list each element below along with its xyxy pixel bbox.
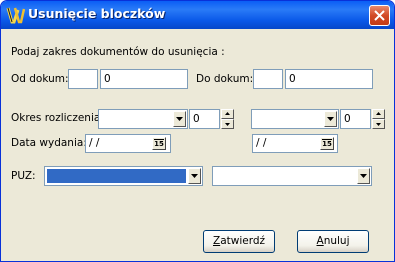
period-left-spinner[interactable]: [221, 109, 234, 129]
issue-date-label: Data wydania:: [11, 137, 87, 149]
close-button[interactable]: [369, 5, 390, 26]
app-logo-icon: [6, 7, 25, 24]
period-right-spinner[interactable]: [372, 109, 385, 129]
cancel-button[interactable]: Anuluj: [297, 230, 369, 253]
spin-up-button[interactable]: [221, 109, 234, 119]
spin-down-button[interactable]: [221, 119, 234, 129]
to-document-label: Do dokum:: [196, 73, 254, 85]
spin-down-button[interactable]: [372, 119, 385, 129]
cancel-accelerator: A: [316, 235, 324, 247]
title-bar[interactable]: Usunięcie bloczków: [1, 1, 394, 29]
spin-up-button[interactable]: [372, 109, 385, 119]
puz-right-combo[interactable]: [212, 166, 372, 186]
puz-label: PUZ:: [11, 170, 36, 182]
period-left-combo[interactable]: [98, 109, 188, 129]
cancel-label: nuluj: [323, 235, 350, 247]
period-right-combo[interactable]: [251, 109, 339, 129]
chevron-down-icon: [360, 174, 367, 178]
from-document-number-field[interactable]: 0: [100, 69, 188, 89]
period-label: Okres rozliczenia:: [11, 112, 104, 124]
chevron-down-icon: [327, 117, 334, 121]
calendar-right-button[interactable]: 15: [320, 137, 334, 150]
close-icon: [374, 10, 385, 21]
period-left-spin-field[interactable]: 0: [189, 109, 220, 129]
period-right-dropdown-button[interactable]: [324, 111, 337, 127]
dialog-window: Usunięcie bloczków Podaj zakres dokument…: [0, 0, 395, 262]
confirm-button[interactable]: Zatwierdź: [203, 230, 275, 253]
chevron-down-icon: [191, 174, 198, 178]
arrow-up-icon: [225, 112, 230, 115]
arrow-down-icon: [225, 123, 230, 126]
calendar-icon: 15: [154, 139, 164, 148]
period-left-dropdown-button[interactable]: [173, 111, 186, 127]
puz-left-selection: [47, 169, 186, 183]
arrow-down-icon: [376, 123, 381, 126]
instruction-label: Podaj zakres dokumentów do usunięcia :: [11, 46, 225, 58]
to-document-prefix-field[interactable]: [253, 69, 283, 89]
from-document-label: Od dokum:: [11, 73, 69, 85]
calendar-left-button[interactable]: 15: [152, 137, 166, 150]
from-document-prefix-field[interactable]: [68, 69, 98, 89]
arrow-up-icon: [376, 112, 381, 115]
window-title: Usunięcie bloczków: [28, 6, 166, 21]
chevron-down-icon: [176, 117, 183, 121]
puz-right-dropdown-button[interactable]: [357, 168, 370, 184]
confirm-label: atwierdź: [220, 235, 266, 247]
puz-left-combo[interactable]: [44, 166, 203, 186]
puz-left-dropdown-button[interactable]: [188, 168, 201, 184]
period-right-spin-field[interactable]: 0: [340, 109, 371, 129]
to-document-number-field[interactable]: 0: [285, 69, 373, 89]
calendar-icon: 15: [322, 139, 332, 148]
